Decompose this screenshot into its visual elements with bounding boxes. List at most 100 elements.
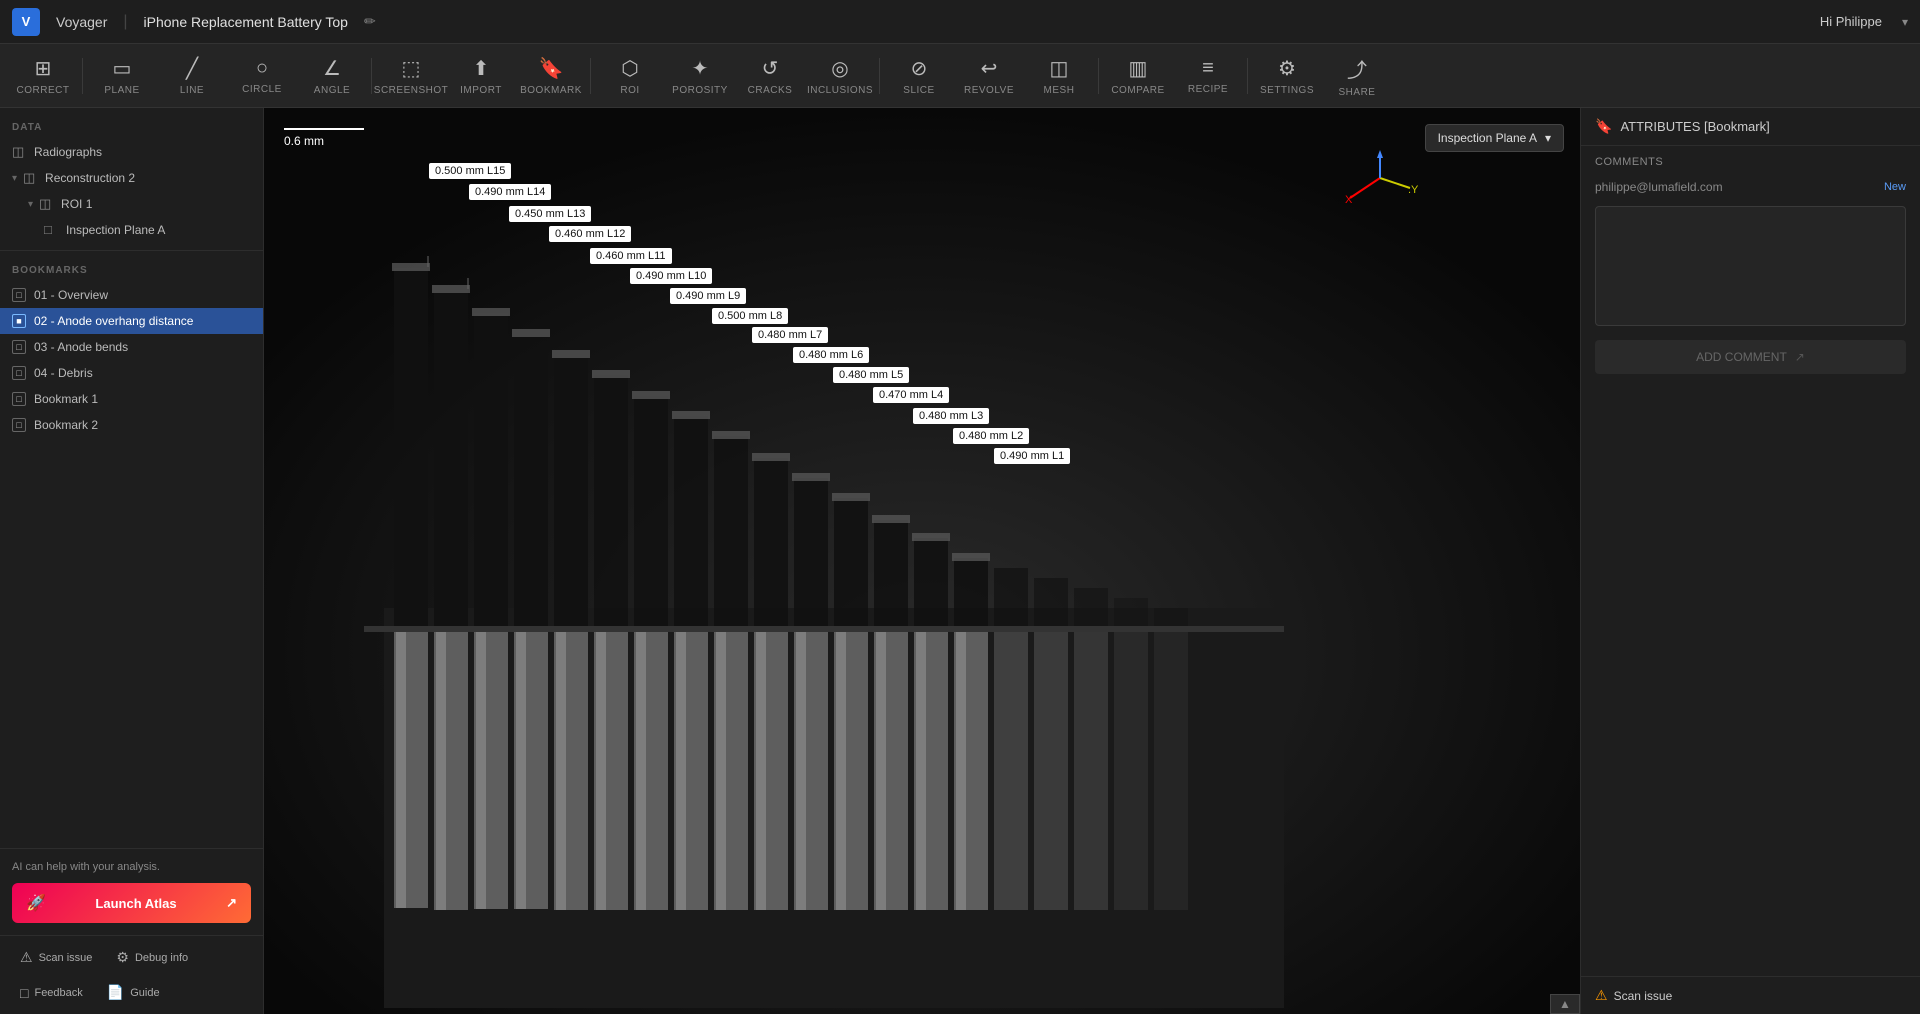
bookmark-03-label: 03 - Anode bends [34, 340, 128, 354]
measurement-L3[interactable]: 0.480 mm L3 [913, 408, 989, 424]
measurement-L14[interactable]: 0.490 mm L14 [469, 184, 551, 200]
edit-icon[interactable]: ✏ [364, 13, 376, 30]
bookmark-1[interactable]: □ Bookmark 1 [0, 386, 263, 412]
measurement-L8[interactable]: 0.500 mm L8 [712, 308, 788, 324]
tool-correct[interactable]: ⊞ CORRECT [8, 46, 78, 106]
tree-roi1[interactable]: ▾ ◫ ROI 1 [0, 191, 263, 217]
tool-share-label: SHARE [1339, 87, 1376, 98]
porosity-icon: ✦ [692, 56, 709, 81]
launch-external-icon: ↗ [226, 895, 237, 911]
right-panel-header: 🔖 ATTRIBUTES [Bookmark] [1581, 108, 1920, 146]
tool-roi[interactable]: ⬡ ROI [595, 46, 665, 106]
measurement-L6[interactable]: 0.480 mm L6 [793, 347, 869, 363]
compare-icon: ▥ [1129, 56, 1148, 81]
add-comment-button[interactable]: ADD COMMENT ↗ [1595, 340, 1906, 374]
toolbar-separator-5 [1098, 58, 1099, 94]
tool-revolve-label: REVOLVE [964, 85, 1014, 96]
debug-info-label: Debug info [135, 952, 188, 964]
comment-text-area[interactable] [1595, 206, 1906, 326]
bookmark-03[interactable]: □ 03 - Anode bends [0, 334, 263, 360]
cracks-icon: ↺ [762, 56, 779, 81]
measurement-L2[interactable]: 0.480 mm L2 [953, 428, 1029, 444]
measurement-L4[interactable]: 0.470 mm L4 [873, 387, 949, 403]
launch-atlas-button[interactable]: 🚀 Launch Atlas ↗ [12, 883, 251, 923]
guide-button[interactable]: 📄 Guide [99, 979, 168, 1006]
tool-cracks[interactable]: ↺ CRACKS [735, 46, 805, 106]
toolbar-separator-2 [371, 58, 372, 94]
tool-share[interactable]: ⤴ SHARE [1322, 46, 1392, 106]
measurement-L10[interactable]: 0.490 mm L10 [630, 268, 712, 284]
tool-revolve[interactable]: ↩ REVOLVE [954, 46, 1024, 106]
roi-icon-tree: ◫ [39, 196, 55, 212]
inspection-plane-a-label: Inspection Plane A [66, 223, 165, 237]
ai-section: AI can help with your analysis. 🚀 Launch… [0, 848, 263, 935]
measurement-L1[interactable]: 0.490 mm L1 [994, 448, 1070, 464]
tree-reconstruction2[interactable]: ▾ ◫ Reconstruction 2 [0, 165, 263, 191]
bookmark-2[interactable]: □ Bookmark 2 [0, 412, 263, 438]
bookmark-02[interactable]: ■ 02 - Anode overhang distance [0, 308, 263, 334]
toolbar-separator [82, 58, 83, 94]
tree-inspection-plane-a[interactable]: □ Inspection Plane A [0, 217, 263, 242]
tool-screenshot[interactable]: ⬚ SCREENSHOT [376, 46, 446, 106]
tool-mesh[interactable]: ◫ MESH [1024, 46, 1094, 106]
tool-plane[interactable]: ▭ PLANE [87, 46, 157, 106]
tool-bookmark[interactable]: 🔖 BOOKMARK [516, 46, 586, 106]
bookmark-2-icon: □ [12, 418, 26, 432]
measurement-L13[interactable]: 0.450 mm L13 [509, 206, 591, 222]
tree-radiographs[interactable]: ◫ Radiographs [0, 139, 263, 165]
bookmark-01[interactable]: □ 01 - Overview [0, 282, 263, 308]
measurement-L9[interactable]: 0.490 mm L9 [670, 288, 746, 304]
bookmark-04[interactable]: □ 04 - Debris [0, 360, 263, 386]
toolbar: ⊞ CORRECT ▭ PLANE ╱ LINE ○ CIRCLE ∠ ANGL… [0, 44, 1920, 108]
tool-porosity[interactable]: ✦ POROSITY [665, 46, 735, 106]
tool-screenshot-label: SCREENSHOT [374, 85, 448, 96]
tool-angle-label: ANGLE [314, 85, 350, 96]
inspection-plane-selector[interactable]: Inspection Plane A ▾ [1425, 124, 1564, 152]
measurement-L11[interactable]: 0.460 mm L11 [590, 248, 672, 264]
user-chevron-icon[interactable]: ▾ [1902, 15, 1908, 29]
viewport[interactable]: 0.6 mm 0.500 mm L15 0.490 mm L14 0.450 m… [264, 108, 1580, 1014]
tool-slice[interactable]: ⊘ SLICE [884, 46, 954, 106]
measurement-L15[interactable]: 0.500 mm L15 [429, 163, 511, 179]
toolbar-separator-6 [1247, 58, 1248, 94]
tool-compare[interactable]: ▥ COMPARE [1103, 46, 1173, 106]
tool-mesh-label: MESH [1044, 85, 1075, 96]
bookmark-01-label: 01 - Overview [34, 288, 108, 302]
data-section: DATA ◫ Radiographs ▾ ◫ Reconstruction 2 … [0, 108, 263, 250]
comment-author-email: philippe@lumafield.com [1595, 180, 1876, 194]
collapse-panel-button[interactable]: ▲ [1550, 994, 1580, 1014]
bookmark-02-icon: ■ [12, 314, 26, 328]
screenshot-icon: ⬚ [402, 56, 421, 81]
tool-circle[interactable]: ○ CIRCLE [227, 46, 297, 106]
measurement-L7[interactable]: 0.480 mm L7 [752, 327, 828, 343]
tool-correct-label: CORRECT [17, 85, 70, 96]
tool-line[interactable]: ╱ LINE [157, 46, 227, 106]
guide-icon: 📄 [107, 984, 124, 1001]
debug-info-button[interactable]: ⚙ Debug info [108, 944, 196, 971]
header: V Voyager | iPhone Replacement Battery T… [0, 0, 1920, 44]
bookmark-icon: 🔖 [539, 56, 564, 81]
document-title[interactable]: iPhone Replacement Battery Top [144, 14, 348, 30]
measurement-L12[interactable]: 0.460 mm L12 [549, 226, 631, 242]
tool-inclusions[interactable]: ◎ INCLUSIONS [805, 46, 875, 106]
main-layout: DATA ◫ Radiographs ▾ ◫ Reconstruction 2 … [0, 108, 1920, 1014]
battery-visualization [264, 108, 1580, 1014]
scan-issue-bottom-label: Scan issue [1614, 989, 1673, 1003]
tool-recipe[interactable]: ≡ RECIPE [1173, 46, 1243, 106]
bookmarks-section: BOOKMARKS □ 01 - Overview ■ 02 - Anode o… [0, 250, 263, 446]
scan-issue-button[interactable]: ⚠ Scan issue [12, 944, 100, 971]
comment-new-button[interactable]: New [1884, 181, 1906, 193]
tool-cracks-label: CRACKS [748, 85, 793, 96]
left-sidebar: DATA ◫ Radiographs ▾ ◫ Reconstruction 2 … [0, 108, 264, 1014]
tool-settings[interactable]: ⚙ SETTINGS [1252, 46, 1322, 106]
measurement-L5[interactable]: 0.480 mm L5 [833, 367, 909, 383]
tool-slice-label: SLICE [903, 85, 934, 96]
inclusions-icon: ◎ [831, 56, 848, 81]
feedback-button[interactable]: □ Feedback [12, 980, 91, 1006]
collapse-icon: ▲ [1559, 997, 1571, 1011]
bookmarks-section-header: BOOKMARKS [0, 259, 263, 282]
tool-import[interactable]: ⬆ IMPORT [446, 46, 516, 106]
tool-angle[interactable]: ∠ ANGLE [297, 46, 367, 106]
reconstruction-label: Reconstruction 2 [45, 171, 135, 185]
tool-line-label: LINE [180, 85, 204, 96]
